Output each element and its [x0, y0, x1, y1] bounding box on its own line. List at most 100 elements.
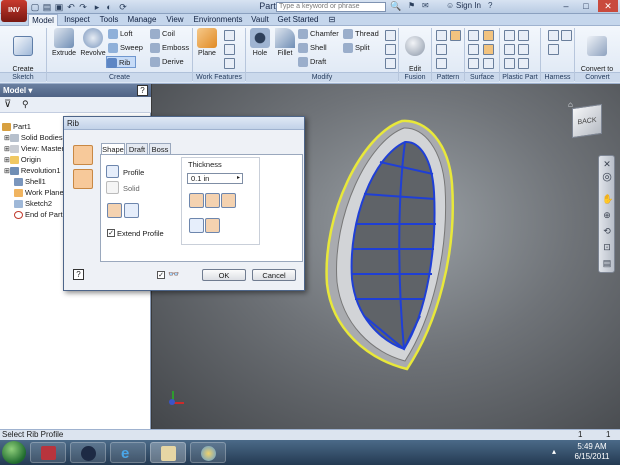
rectangular-pattern-icon[interactable]	[436, 30, 447, 41]
rule-fillet-icon[interactable]	[518, 58, 529, 69]
thickness-side-two-icon[interactable]	[205, 193, 220, 208]
split-button[interactable]: Split	[343, 42, 383, 54]
revolve-button[interactable]: Revolve	[79, 28, 107, 58]
expand-icon[interactable]: ⊞	[4, 146, 10, 153]
navbar-options-icon[interactable]: ▤	[602, 258, 612, 268]
tab-environments[interactable]: Environments	[190, 14, 246, 26]
grill-icon[interactable]	[504, 30, 515, 41]
ucs-icon[interactable]	[224, 58, 235, 69]
connector-icon[interactable]	[561, 30, 572, 41]
direction-one-icon[interactable]	[107, 203, 122, 218]
tab-draft[interactable]: Draft	[126, 143, 148, 154]
viewcube[interactable]: BACK	[572, 103, 602, 139]
sculpt-icon[interactable]	[483, 30, 494, 41]
tree-item-origin[interactable]: ⊞ Origin	[4, 155, 41, 166]
signin-link[interactable]: Sign In	[456, 1, 481, 10]
sketch-pattern-icon[interactable]	[450, 30, 461, 41]
ok-button[interactable]: OK	[202, 269, 246, 281]
profile-select-icon[interactable]	[106, 165, 119, 178]
tab-shape[interactable]: Shape	[101, 143, 125, 154]
shell-button[interactable]: Shell	[298, 42, 342, 54]
rib-normal-mode-icon[interactable]	[73, 145, 93, 165]
thread-button[interactable]: Thread	[343, 28, 383, 40]
tree-item-solid-bodies[interactable]: ⊞ Solid Bodies	[4, 133, 63, 144]
browser-help-icon[interactable]: ?	[137, 85, 148, 96]
cable-icon[interactable]	[548, 30, 559, 41]
thickness-dropdown-icon[interactable]: ▸	[237, 173, 240, 184]
mirror-icon[interactable]	[436, 58, 447, 69]
binoculars-icon[interactable]: 🔍	[390, 1, 401, 12]
point-icon[interactable]	[224, 44, 235, 55]
hole-button[interactable]: Hole	[248, 28, 272, 58]
tree-item-work-plane[interactable]: Work Plane	[14, 188, 64, 198]
filter-icon[interactable]: ⊽	[4, 99, 11, 110]
dialog-title[interactable]: Rib	[64, 117, 304, 130]
tab-manage[interactable]: Manage	[124, 14, 160, 26]
axis-icon[interactable]	[224, 30, 235, 41]
finite-icon[interactable]	[205, 218, 220, 233]
browser-header[interactable]: Model ▾	[0, 84, 151, 97]
derive-button[interactable]: Derive	[150, 56, 190, 68]
subscription-icon[interactable]: ⚑	[408, 1, 415, 10]
ribbon-toggle-icon[interactable]: ⊟	[326, 14, 338, 26]
tab-get-started[interactable]: Get Started	[274, 14, 322, 26]
minimize-button[interactable]: –	[556, 0, 576, 12]
direction-two-icon[interactable]	[124, 203, 139, 218]
fillet-button[interactable]: Fillet	[273, 28, 297, 58]
tab-vault[interactable]: Vault	[248, 14, 272, 26]
extrude-button[interactable]: Extrude	[50, 28, 78, 58]
tree-item-part[interactable]: Part1	[2, 122, 31, 132]
tree-item-sketch[interactable]: Sketch2	[14, 199, 52, 209]
tab-model[interactable]: Model	[28, 14, 58, 26]
expand-icon[interactable]: ⊞	[4, 168, 10, 175]
extend-icon[interactable]	[483, 44, 494, 55]
system-clock[interactable]: 5:49 AM 6/15/2011	[566, 442, 618, 462]
preview-checkbox[interactable]: ✓	[157, 271, 165, 279]
circular-pattern-icon[interactable]	[436, 44, 447, 55]
tree-item-revolution[interactable]: ⊞ Revolution1	[4, 166, 60, 177]
dialog-help-button[interactable]: ?	[73, 269, 84, 280]
taskbar-app-internet-explorer[interactable]: e	[110, 442, 146, 463]
expand-icon[interactable]: ⊞	[4, 135, 10, 142]
home-view-icon[interactable]: ⌂	[568, 100, 573, 109]
look-at-icon[interactable]: ⊡	[602, 242, 612, 252]
find-icon[interactable]: ⚲	[22, 99, 29, 110]
rib-parallel-mode-icon[interactable]	[73, 169, 93, 189]
pan-icon[interactable]: ✋	[602, 194, 613, 204]
emboss-button[interactable]: Emboss	[150, 42, 190, 54]
copy-object-icon[interactable]	[385, 58, 396, 69]
start-button[interactable]	[2, 441, 26, 464]
communication-icon[interactable]: ✉	[422, 1, 429, 10]
steering-wheel-icon[interactable]: ◎	[602, 172, 612, 183]
chamfer-button[interactable]: Chamfer	[298, 28, 342, 40]
app-logo[interactable]: INV	[1, 0, 27, 22]
orbit-icon[interactable]: ⟲	[602, 226, 612, 236]
trim-icon[interactable]	[468, 58, 479, 69]
lip-icon[interactable]	[518, 44, 529, 55]
taskbar-app-paint[interactable]	[190, 442, 226, 463]
tab-tools[interactable]: Tools	[96, 14, 122, 26]
thickness-side-one-icon[interactable]	[189, 193, 204, 208]
taskbar-app-presentation[interactable]	[30, 442, 66, 463]
tray-arrow-icon[interactable]: ▴	[552, 447, 556, 456]
move-face-icon[interactable]	[385, 44, 396, 55]
expand-icon[interactable]: ⊞	[4, 157, 10, 164]
tree-item-shell[interactable]: Shell1	[14, 177, 46, 187]
taskbar-app-media[interactable]	[70, 442, 106, 463]
tree-item-view[interactable]: ⊞ View: Master	[4, 144, 64, 155]
snap-fit-icon[interactable]	[518, 30, 529, 41]
extend-profile-checkbox[interactable]: ✓	[107, 229, 115, 237]
coil-button[interactable]: Coil	[150, 28, 190, 40]
taskbar-app-inventor[interactable]	[150, 442, 186, 463]
stitch-icon[interactable]	[468, 30, 479, 41]
thickness-input[interactable]: 0.1 in	[187, 173, 243, 184]
rib-button[interactable]: Rib	[106, 56, 136, 68]
rest-icon[interactable]	[504, 58, 515, 69]
maximize-button[interactable]: □	[576, 0, 596, 12]
tab-view[interactable]: View	[162, 14, 188, 26]
close-button[interactable]: ✕	[598, 0, 618, 12]
cancel-button[interactable]: Cancel	[252, 269, 296, 281]
tree-item-end-of-part[interactable]: End of Part	[14, 210, 63, 220]
boss-icon[interactable]	[504, 44, 515, 55]
to-next-icon[interactable]	[189, 218, 204, 233]
